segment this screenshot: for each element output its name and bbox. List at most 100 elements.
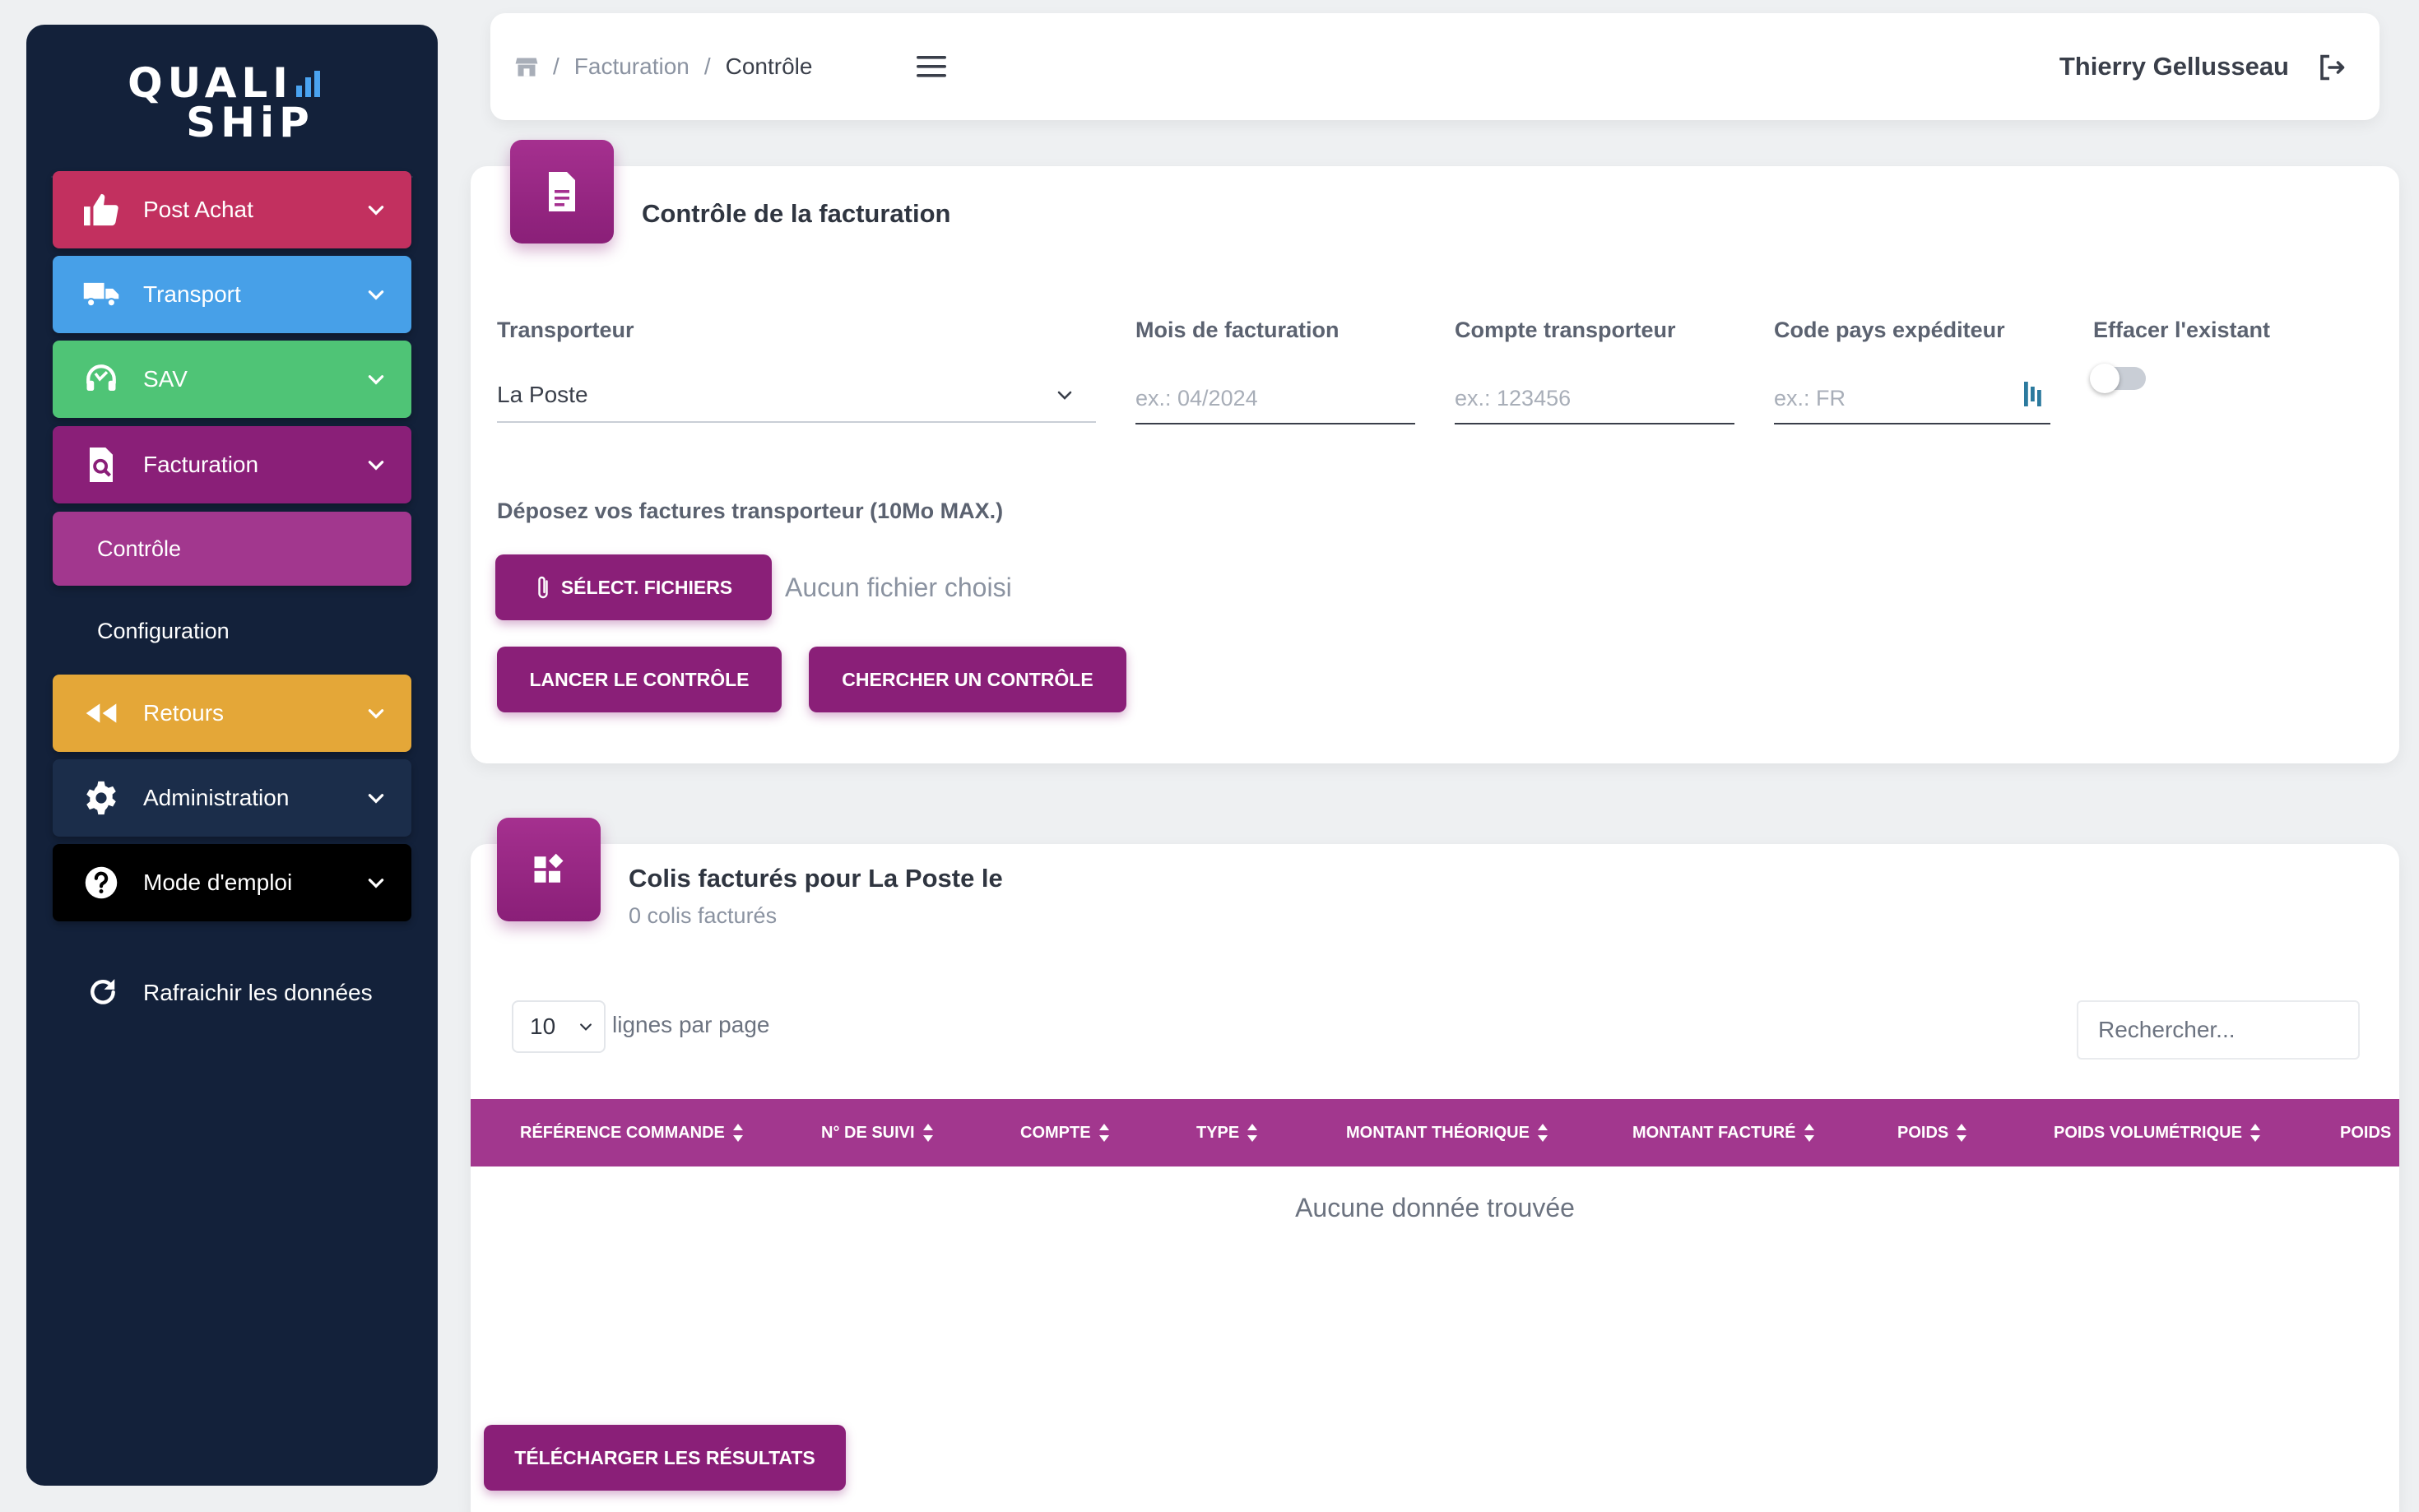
- sidebar-item-label: SAV: [143, 366, 188, 392]
- sort-icon: [1804, 1124, 1814, 1142]
- sidebar-subitem-label: Configuration: [97, 618, 230, 643]
- user-name[interactable]: Thierry Gellusseau: [2059, 13, 2289, 120]
- sidebar-subitem-label: Contrôle: [97, 536, 182, 561]
- top-header: / Facturation / Contrôle Thierry Gelluss…: [490, 13, 2380, 120]
- sidebar-item-label: Mode d'emploi: [143, 870, 293, 895]
- sort-icon: [732, 1124, 743, 1142]
- compte-transporteur-input[interactable]: [1455, 378, 1734, 424]
- logo-line-2: SHiP: [186, 99, 314, 146]
- help-icon: [82, 864, 120, 902]
- empty-table-message: Aucune donnée trouvée: [1295, 1192, 1575, 1222]
- sidebar-item-label: Transport: [143, 281, 241, 307]
- download-results-button[interactable]: TÉLÉCHARGER LES RÉSULTATS: [484, 1425, 846, 1491]
- breadcrumb-separator: /: [703, 53, 711, 79]
- breadcrumb-parent[interactable]: Facturation: [574, 53, 689, 80]
- field-extension-icon[interactable]: [2024, 382, 2044, 406]
- chevron-down-icon: [1057, 391, 1072, 400]
- chevron-down-icon: [368, 206, 384, 216]
- search-control-button[interactable]: CHERCHER UN CONTRÔLE: [809, 647, 1126, 712]
- logo-bars-icon: [295, 69, 320, 97]
- transporteur-label: Transporteur: [497, 318, 634, 342]
- chevron-down-icon: [368, 290, 384, 300]
- sort-icon: [1098, 1124, 1109, 1142]
- sidebar-subitem-controle[interactable]: Contrôle: [53, 512, 411, 586]
- qualiship-logo[interactable]: QUALI SHiP: [26, 49, 438, 156]
- rows-per-page-value: 10: [530, 1013, 556, 1039]
- sort-icon: [1247, 1124, 1258, 1142]
- invoice-search-icon: [82, 446, 120, 484]
- chevron-down-icon: [368, 709, 384, 719]
- upload-label: Déposez vos factures transporteur (10Mo …: [497, 499, 1004, 523]
- sidebar-item-label: Facturation: [143, 452, 259, 477]
- column-header-suivi[interactable]: N° DE SUIVI: [821, 1099, 935, 1166]
- sidebar-item-mode-emploi[interactable]: Mode d'emploi: [53, 844, 411, 921]
- breadcrumb-separator: /: [553, 53, 559, 79]
- thumbs-up-icon: [82, 191, 120, 229]
- code-pays-input[interactable]: [1774, 378, 2050, 424]
- column-header-poids-volumetrique[interactable]: POIDS VOLUMÉTRIQUE: [2054, 1099, 2262, 1166]
- sidebar-item-sav[interactable]: SAV: [53, 341, 411, 418]
- home-icon[interactable]: [515, 56, 538, 77]
- effacer-existant-label: Effacer l'existant: [2093, 318, 2271, 342]
- breadcrumb-current: Contrôle: [725, 53, 813, 79]
- toggle-knob: [2090, 364, 2120, 393]
- document-icon: [510, 140, 614, 243]
- column-header-poids[interactable]: POIDS: [1897, 1099, 1968, 1166]
- column-header-montant-theorique[interactable]: MONTANT THÉORIQUE: [1346, 1099, 1549, 1166]
- sidebar-subitem-configuration[interactable]: Configuration: [53, 594, 411, 668]
- truck-icon: [82, 276, 120, 313]
- column-header-reference[interactable]: RÉFÉRENCE COMMANDE: [520, 1099, 745, 1166]
- gear-icon: [82, 779, 120, 817]
- refresh-icon: [87, 976, 120, 1009]
- select-files-button[interactable]: SÉLECT. FICHIERS: [495, 554, 772, 620]
- chevron-down-icon: [580, 1023, 592, 1031]
- chevron-down-icon: [368, 461, 384, 471]
- sidebar-item-post-achat[interactable]: Post Achat: [53, 171, 411, 248]
- paperclip-icon: [535, 575, 551, 600]
- results-count: 0 colis facturés: [629, 903, 778, 928]
- table-search-input[interactable]: [2077, 1000, 2360, 1060]
- refresh-data-button[interactable]: Rafraichir les données: [53, 954, 411, 1032]
- column-header-compte[interactable]: COMPTE: [1020, 1099, 1111, 1166]
- transporteur-value: La Poste: [497, 382, 588, 407]
- rewind-icon: [82, 694, 120, 732]
- widgets-icon: [497, 818, 601, 921]
- logout-icon[interactable]: [2317, 53, 2347, 82]
- mois-facturation-input[interactable]: [1135, 378, 1415, 424]
- chevron-down-icon: [368, 879, 384, 888]
- refresh-label: Rafraichir les données: [143, 980, 373, 1005]
- mois-facturation-label: Mois de facturation: [1135, 318, 1340, 342]
- sidebar: QUALI SHiP Post Achat Transport SAV Fact…: [26, 25, 438, 1486]
- sidebar-item-retours[interactable]: Retours: [53, 675, 411, 752]
- table-header: RÉFÉRENCE COMMANDE N° DE SUIVI COMPTE TY…: [471, 1099, 2399, 1166]
- sort-icon: [2250, 1124, 2260, 1142]
- launch-control-button[interactable]: LANCER LE CONTRÔLE: [497, 647, 782, 712]
- column-header-poids-2[interactable]: POIDS: [2340, 1099, 2399, 1166]
- code-pays-label: Code pays expéditeur: [1774, 318, 2005, 342]
- effacer-existant-toggle[interactable]: [2090, 364, 2146, 393]
- results-card-title: Colis facturés pour La Poste le: [629, 864, 1003, 893]
- chevron-down-icon: [368, 794, 384, 804]
- sidebar-item-label: Retours: [143, 700, 225, 726]
- sidebar-item-transport[interactable]: Transport: [53, 256, 411, 333]
- column-header-type[interactable]: TYPE: [1196, 1099, 1259, 1166]
- sort-icon: [2398, 1122, 2399, 1143]
- column-header-montant-facture[interactable]: MONTANT FACTURÉ: [1632, 1099, 1816, 1166]
- sort-icon: [922, 1124, 933, 1142]
- sidebar-item-administration[interactable]: Administration: [53, 759, 411, 837]
- rows-per-page-select[interactable]: 10: [512, 1000, 606, 1053]
- headset-icon: [82, 360, 120, 398]
- transporteur-select[interactable]: La Poste: [497, 369, 1096, 423]
- compte-transporteur-label: Compte transporteur: [1455, 318, 1676, 342]
- sort-icon: [1957, 1124, 1967, 1142]
- sidebar-item-label: Administration: [143, 785, 290, 810]
- sort-icon: [1537, 1124, 1548, 1142]
- menu-toggle-icon[interactable]: [917, 54, 948, 79]
- sidebar-item-label: Post Achat: [143, 197, 253, 222]
- control-card-title: Contrôle de la facturation: [642, 199, 951, 228]
- select-files-label: SÉLECT. FICHIERS: [560, 576, 733, 598]
- breadcrumb: / Facturation / Contrôle: [515, 13, 812, 120]
- rows-per-page-label: lignes par page: [612, 1012, 770, 1037]
- sidebar-item-facturation[interactable]: Facturation: [53, 426, 411, 503]
- no-file-text: Aucun fichier choisi: [785, 573, 1012, 602]
